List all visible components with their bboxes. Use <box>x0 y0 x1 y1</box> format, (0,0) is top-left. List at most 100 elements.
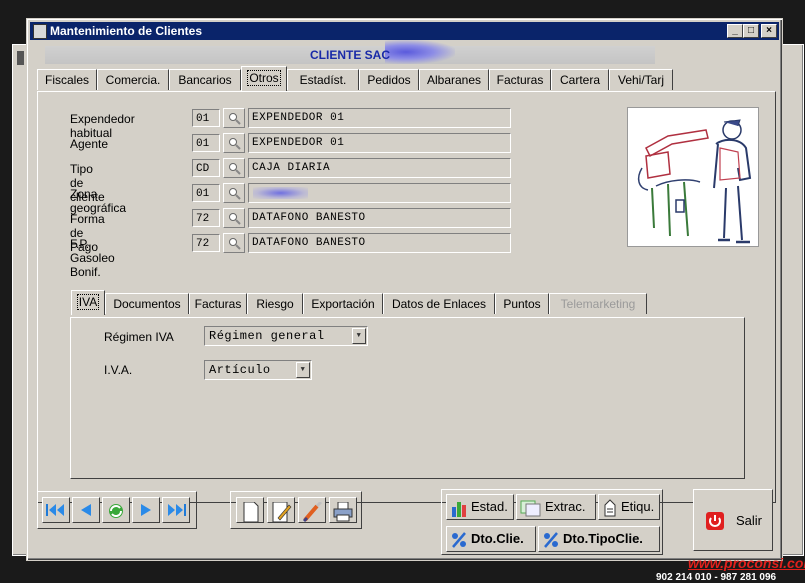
navigation-group <box>37 491 197 529</box>
subtab-telemarketing: Telemarketing <box>549 293 647 314</box>
forma-pago-value-field: DATAFONO BANESTO <box>248 208 511 228</box>
first-record-button[interactable] <box>42 497 70 523</box>
etiqu-button[interactable]: Etiqu. <box>598 494 660 520</box>
forma-pago-code-field[interactable]: 72 <box>192 209 220 227</box>
tab-albaranes[interactable]: Albaranes <box>419 69 489 90</box>
chevron-down-icon[interactable]: ▼ <box>352 328 366 344</box>
edit-button[interactable] <box>267 497 295 523</box>
next-record-icon <box>141 504 151 516</box>
field-label-zona: Zona geográfica <box>70 187 127 215</box>
power-off-icon <box>706 512 724 530</box>
client-name: CLIENTE SAC <box>309 48 390 62</box>
iva-panel: Régimen IVA Régimen general ▼ I.V.A. Art… <box>70 317 745 479</box>
magnifier-icon <box>229 188 241 200</box>
background-window-icon <box>17 51 24 65</box>
new-document-icon <box>243 502 259 522</box>
title-bar[interactable]: Mantenimiento de Clientes _ □ × <box>30 22 779 40</box>
subtab-datos-enlaces[interactable]: Datos de Enlaces <box>383 293 495 314</box>
salir-label: Salir <box>736 513 763 528</box>
tab-cartera[interactable]: Cartera <box>551 69 609 90</box>
delivery-man-illustration <box>637 119 752 244</box>
tab-vehi-tarj[interactable]: Vehi/Tarj <box>609 69 673 90</box>
field-label-expendedor: Expendedor habitual <box>70 112 135 140</box>
action-group: Estad. Extrac. Etiqu. Dto.Clie. Dto.Tipo… <box>441 489 663 555</box>
tab-bancarios[interactable]: Bancarios <box>169 69 241 90</box>
agente-search-button[interactable] <box>223 133 245 153</box>
forma-pago-search-button[interactable] <box>223 208 245 228</box>
expendedor-search-button[interactable] <box>223 108 245 128</box>
extrac-button[interactable]: Extrac. <box>516 494 596 520</box>
tab-pedidos[interactable]: Pedidos <box>359 69 419 90</box>
last-record-icon <box>168 504 186 516</box>
chevron-down-icon[interactable]: ▼ <box>296 362 310 378</box>
estad-button[interactable]: Estad. <box>446 494 514 520</box>
iva-select[interactable]: Artículo ▼ <box>204 360 312 380</box>
regimen-iva-select[interactable]: Régimen general ▼ <box>204 326 368 346</box>
subtab-riesgo[interactable]: Riesgo <box>247 293 303 314</box>
fp-gasoleo-search-button[interactable] <box>223 233 245 253</box>
edit-icon <box>272 502 292 522</box>
tab-estadistica[interactable]: Estadíst. <box>287 69 359 90</box>
subtab-documentos[interactable]: Documentos <box>105 293 189 314</box>
window-title: Mantenimiento de Clientes <box>50 24 203 38</box>
tab-fiscales[interactable]: Fiscales <box>37 69 97 90</box>
tab-facturas[interactable]: Facturas <box>489 69 551 90</box>
edit-group <box>230 491 362 529</box>
first-record-icon <box>46 504 64 516</box>
banner-highlight <box>385 40 455 64</box>
magnifier-icon <box>229 238 241 250</box>
percent-icon <box>544 531 558 548</box>
iva-value: Artículo <box>209 363 271 377</box>
tab-comercial[interactable]: Comercia. <box>97 69 169 90</box>
brush-icon <box>302 502 323 522</box>
extract-icon <box>520 500 541 517</box>
main-window: Mantenimiento de Clientes _ □ × CLIENTE … <box>26 18 783 561</box>
app-icon <box>33 24 47 39</box>
zona-code-field[interactable]: 01 <box>192 184 220 202</box>
field-label-agente: Agente <box>70 137 109 151</box>
agente-code-field[interactable]: 01 <box>192 134 220 152</box>
last-record-button[interactable] <box>162 497 190 523</box>
magnifier-icon <box>229 213 241 225</box>
percent-icon <box>452 531 466 548</box>
tipo-cliente-search-button[interactable] <box>223 158 245 178</box>
refresh-icon <box>109 504 123 518</box>
subtab-puntos[interactable]: Puntos <box>495 293 549 314</box>
phone-numbers: 902 214 010 - 987 281 096 <box>656 572 777 583</box>
dto-tipoclie-button[interactable]: Dto.TipoClie. <box>538 526 660 552</box>
previous-record-button[interactable] <box>72 497 100 523</box>
website-link[interactable]: www.proconsi.com <box>688 555 805 571</box>
bar-chart-icon <box>452 501 466 517</box>
new-button[interactable] <box>236 497 264 523</box>
expendedor-code-field[interactable]: 01 <box>192 109 220 127</box>
close-button[interactable]: × <box>761 24 777 38</box>
salir-button[interactable]: Salir <box>693 489 773 551</box>
dto-clie-button[interactable]: Dto.Clie. <box>446 526 536 552</box>
magnifier-icon <box>229 138 241 150</box>
tipo-cliente-code-field[interactable]: CD <box>192 159 220 177</box>
regimen-iva-value: Régimen general <box>209 329 325 343</box>
client-banner: CLIENTE SAC <box>45 40 655 64</box>
tipo-cliente-value-field: CAJA DIARIA <box>248 158 511 178</box>
regimen-iva-label: Régimen IVA <box>104 330 174 344</box>
print-button[interactable] <box>329 497 357 523</box>
minimize-button[interactable]: _ <box>727 24 743 38</box>
previous-record-icon <box>81 504 91 516</box>
magnifier-icon <box>229 113 241 125</box>
client-illustration <box>627 107 759 247</box>
subtab-iva[interactable]: IVA <box>71 290 105 315</box>
magnifier-icon <box>229 163 241 175</box>
print-icon <box>333 502 353 522</box>
field-label-fp-gasoleo: F.P. Gasoleo Bonif. <box>70 237 115 279</box>
brush-button[interactable] <box>298 497 326 523</box>
refresh-button[interactable] <box>102 497 130 523</box>
subtab-facturas[interactable]: Facturas <box>189 293 247 314</box>
zona-search-button[interactable] <box>223 183 245 203</box>
maximize-button[interactable]: □ <box>743 24 759 38</box>
zona-highlight <box>253 187 308 199</box>
fp-gasoleo-code-field[interactable]: 72 <box>192 234 220 252</box>
fp-gasoleo-value-field: DATAFONO BANESTO <box>248 233 511 253</box>
next-record-button[interactable] <box>132 497 160 523</box>
subtab-exportacion[interactable]: Exportación <box>303 293 383 314</box>
tab-otros[interactable]: Otros <box>241 66 287 91</box>
